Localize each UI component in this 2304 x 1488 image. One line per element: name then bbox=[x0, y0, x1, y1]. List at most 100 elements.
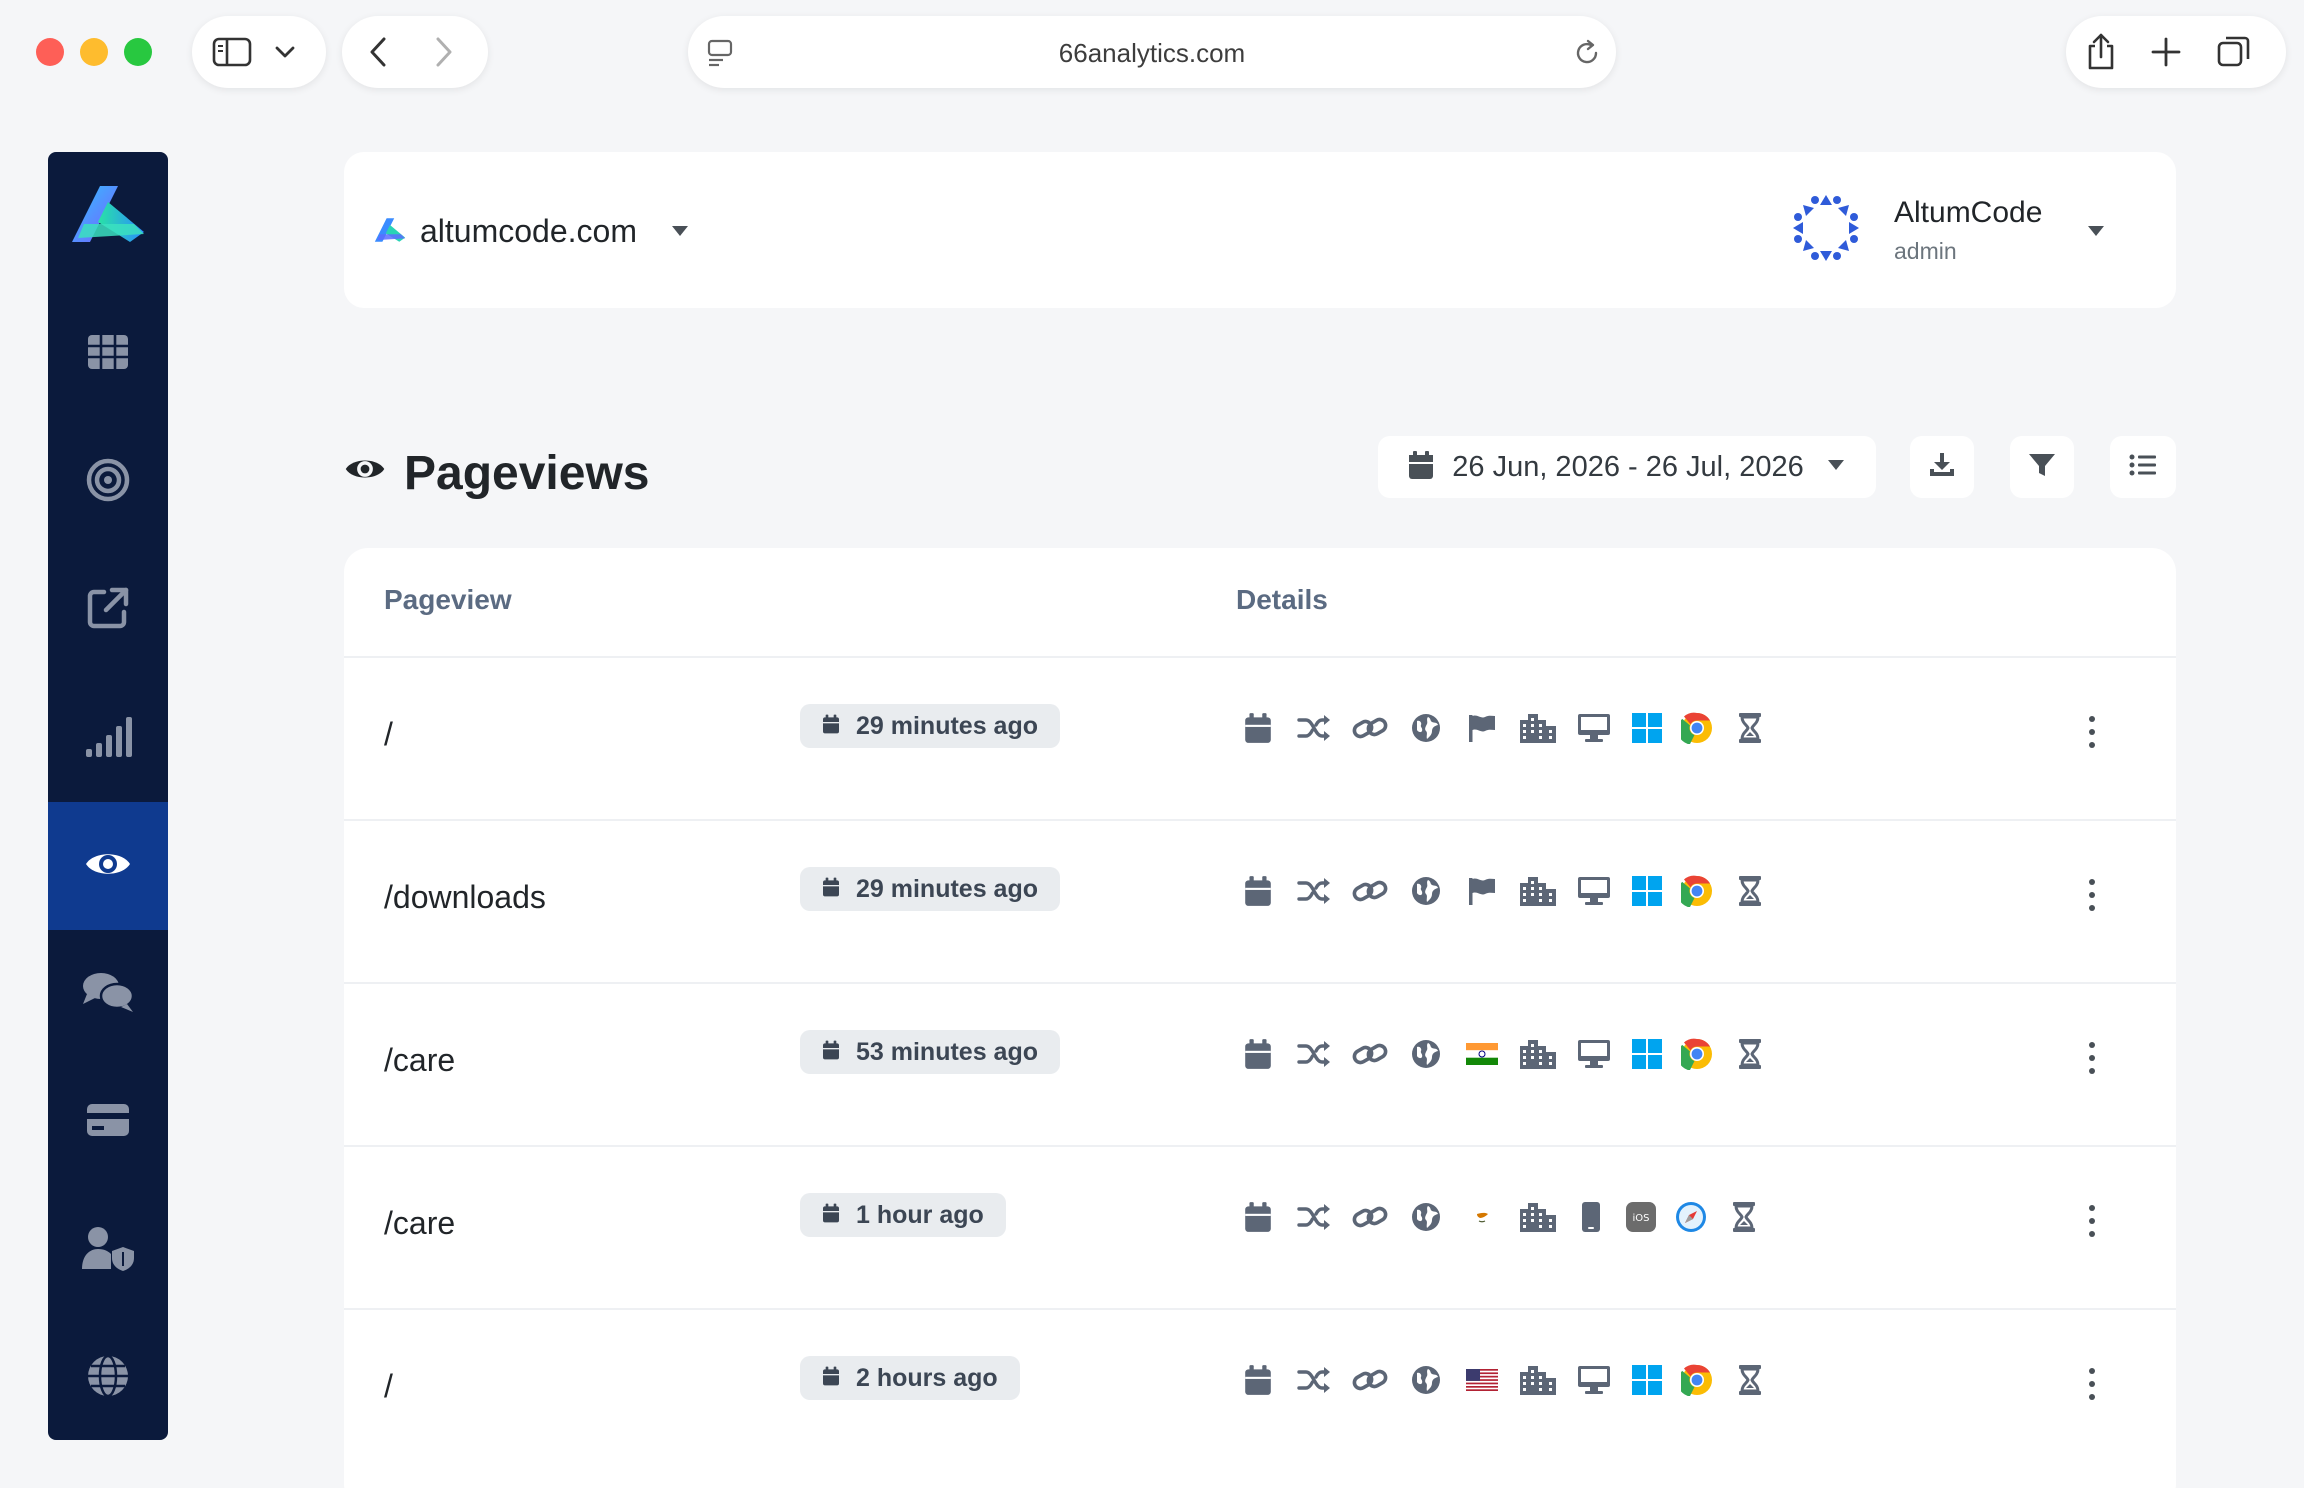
navigation-buttons bbox=[342, 16, 488, 88]
calendar-icon bbox=[822, 1364, 840, 1393]
sidebar-item-pageviews[interactable] bbox=[48, 802, 168, 930]
link-icon[interactable] bbox=[1350, 1199, 1390, 1235]
filter-icon bbox=[2028, 451, 2056, 484]
time-ago-text: 29 minutes ago bbox=[856, 711, 1038, 740]
city-icon[interactable] bbox=[1518, 873, 1558, 909]
windows-icon[interactable] bbox=[1630, 873, 1664, 909]
earth-icon[interactable] bbox=[1406, 1362, 1446, 1398]
hourglass-icon[interactable] bbox=[1730, 1362, 1770, 1398]
row-actions-menu[interactable] bbox=[2082, 875, 2102, 915]
chrome-icon[interactable] bbox=[1680, 1362, 1714, 1398]
sidebar-item-team[interactable] bbox=[48, 1186, 168, 1314]
shuffle-icon[interactable] bbox=[1294, 873, 1334, 909]
reload-icon[interactable] bbox=[1572, 38, 1602, 68]
shuffle-icon[interactable] bbox=[1294, 710, 1334, 746]
site-selector[interactable]: altumcode.com bbox=[420, 213, 637, 250]
earth-icon[interactable] bbox=[1406, 1036, 1446, 1072]
calendar-icon bbox=[1408, 450, 1434, 485]
sidebar-item-referrers[interactable] bbox=[48, 546, 168, 674]
calendar-icon[interactable] bbox=[1238, 710, 1278, 746]
sidebar-toggle-icon[interactable] bbox=[212, 36, 252, 68]
india-flag-icon[interactable] bbox=[1462, 1036, 1502, 1072]
address-bar[interactable]: 66analytics.com bbox=[688, 16, 1616, 88]
desktop-icon[interactable] bbox=[1574, 873, 1614, 909]
user-dropdown-caret-icon[interactable] bbox=[2086, 224, 2106, 243]
calendar-icon[interactable] bbox=[1238, 1199, 1278, 1235]
windows-icon[interactable] bbox=[1630, 1036, 1664, 1072]
windows-icon[interactable] bbox=[1630, 710, 1664, 746]
sidebar-item-dashboard[interactable] bbox=[48, 290, 168, 418]
city-icon[interactable] bbox=[1518, 1036, 1558, 1072]
details-icons: iOS bbox=[1238, 1199, 1780, 1235]
avatar[interactable] bbox=[1790, 192, 1862, 269]
close-window-button[interactable] bbox=[36, 38, 64, 66]
shuffle-icon[interactable] bbox=[1294, 1036, 1334, 1072]
cyprus-flag-icon[interactable] bbox=[1462, 1199, 1502, 1235]
app-logo[interactable] bbox=[70, 182, 146, 251]
column-header-details: Details bbox=[1236, 584, 1328, 615]
ios-icon[interactable]: iOS bbox=[1624, 1199, 1658, 1235]
share-icon[interactable] bbox=[2084, 32, 2118, 72]
chrome-icon[interactable] bbox=[1680, 1036, 1714, 1072]
windows-icon[interactable] bbox=[1630, 1362, 1664, 1398]
hourglass-icon[interactable] bbox=[1730, 873, 1770, 909]
earth-icon[interactable] bbox=[1406, 710, 1446, 746]
globe-icon bbox=[86, 1354, 130, 1403]
columns-button[interactable] bbox=[2110, 436, 2176, 498]
hourglass-icon[interactable] bbox=[1730, 1036, 1770, 1072]
user-name[interactable]: AltumCode bbox=[1894, 196, 2042, 230]
row-actions-menu[interactable] bbox=[2082, 1364, 2102, 1404]
filter-button[interactable] bbox=[2010, 436, 2074, 498]
sidebar-item-goals[interactable] bbox=[48, 418, 168, 546]
earth-icon[interactable] bbox=[1406, 1199, 1446, 1235]
mobile-icon[interactable] bbox=[1574, 1199, 1608, 1235]
earth-icon[interactable] bbox=[1406, 873, 1446, 909]
calendar-icon[interactable] bbox=[1238, 1036, 1278, 1072]
sidebar-item-stats[interactable] bbox=[48, 674, 168, 802]
site-logo-icon bbox=[374, 216, 406, 249]
calendar-icon bbox=[822, 1038, 840, 1067]
link-icon[interactable] bbox=[1350, 1036, 1390, 1072]
hourglass-icon[interactable] bbox=[1730, 710, 1770, 746]
date-range-picker[interactable]: 26 Jun, 2026 - 26 Jul, 2026 bbox=[1378, 436, 1876, 498]
row-actions-menu[interactable] bbox=[2082, 712, 2102, 752]
sidebar-item-billing[interactable] bbox=[48, 1058, 168, 1186]
desktop-icon[interactable] bbox=[1574, 1362, 1614, 1398]
shuffle-icon[interactable] bbox=[1294, 1199, 1334, 1235]
browser-actions bbox=[2066, 16, 2286, 88]
city-icon[interactable] bbox=[1518, 1199, 1558, 1235]
time-ago-badge: 29 minutes ago bbox=[800, 867, 1060, 911]
back-arrow-icon[interactable] bbox=[368, 36, 388, 68]
tab-overview-icon[interactable] bbox=[2216, 34, 2252, 70]
safari-icon[interactable] bbox=[1674, 1199, 1708, 1235]
chevron-down-icon[interactable] bbox=[274, 45, 296, 59]
flag-icon[interactable] bbox=[1462, 710, 1502, 746]
row-actions-menu[interactable] bbox=[2082, 1038, 2102, 1078]
flag-icon[interactable] bbox=[1462, 873, 1502, 909]
city-icon[interactable] bbox=[1518, 1362, 1558, 1398]
site-dropdown-caret-icon[interactable] bbox=[670, 224, 690, 243]
zoom-window-button[interactable] bbox=[124, 38, 152, 66]
export-button[interactable] bbox=[1910, 436, 1974, 498]
link-icon[interactable] bbox=[1350, 710, 1390, 746]
row-actions-menu[interactable] bbox=[2082, 1201, 2102, 1241]
shuffle-icon[interactable] bbox=[1294, 1362, 1334, 1398]
calendar-icon[interactable] bbox=[1238, 1362, 1278, 1398]
hourglass-icon[interactable] bbox=[1724, 1199, 1764, 1235]
minimize-window-button[interactable] bbox=[80, 38, 108, 66]
time-ago-text: 2 hours ago bbox=[856, 1363, 998, 1392]
pageview-path: /downloads bbox=[384, 879, 546, 915]
desktop-icon[interactable] bbox=[1574, 710, 1614, 746]
chrome-icon[interactable] bbox=[1680, 710, 1714, 746]
calendar-icon[interactable] bbox=[1238, 873, 1278, 909]
desktop-icon[interactable] bbox=[1574, 1036, 1614, 1072]
usa-flag-icon[interactable] bbox=[1462, 1362, 1502, 1398]
link-icon[interactable] bbox=[1350, 1362, 1390, 1398]
chrome-icon[interactable] bbox=[1680, 873, 1714, 909]
new-tab-icon[interactable] bbox=[2150, 36, 2182, 68]
sidebar-item-messages[interactable] bbox=[48, 930, 168, 1058]
link-icon[interactable] bbox=[1350, 873, 1390, 909]
city-icon[interactable] bbox=[1518, 710, 1558, 746]
forward-arrow-icon[interactable] bbox=[434, 36, 454, 68]
sidebar-item-websites[interactable] bbox=[48, 1314, 168, 1440]
